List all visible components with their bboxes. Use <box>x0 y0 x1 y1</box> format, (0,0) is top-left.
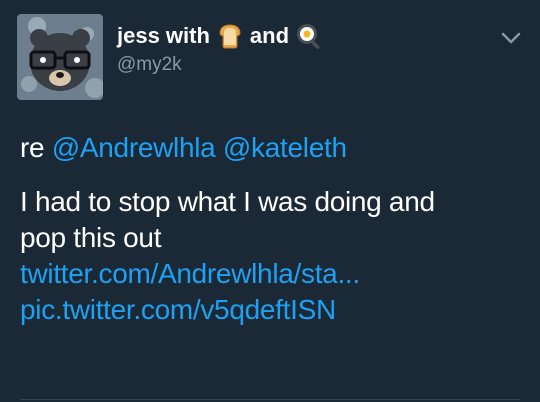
display-name-part1: jess with <box>117 23 210 48</box>
mention-link-kateleth[interactable]: @kateleth <box>223 132 347 163</box>
chevron-down-icon[interactable] <box>498 28 524 48</box>
reply-prefix: re <box>20 132 45 163</box>
tweet-text-line-1: I had to stop what I was doing and <box>20 186 435 217</box>
avatar[interactable] <box>17 14 103 100</box>
tweet-card: jess with and @my2k re @Andrewlhla @kate… <box>0 0 540 402</box>
user-handle[interactable]: @my2k <box>117 54 182 76</box>
tweet-body: re @Andrewlhla @kateleth I had to stop w… <box>20 130 525 328</box>
divider <box>20 399 520 400</box>
display-name[interactable]: jess with and <box>117 22 329 50</box>
reply-line: re @Andrewlhla @kateleth <box>20 130 525 166</box>
mention-link-andrewlhla[interactable]: @Andrewlhla <box>52 132 216 163</box>
display-name-part2: and <box>249 23 290 48</box>
cooking-egg-icon <box>295 22 323 50</box>
quoted-tweet-link[interactable]: twitter.com/Andrewlhla/sta... <box>20 256 525 292</box>
bread-icon <box>216 22 244 50</box>
tweet-text-line-2: pop this out <box>20 222 162 253</box>
media-link[interactable]: pic.twitter.com/v5qdeftISN <box>20 292 525 328</box>
bear-avatar-icon <box>17 14 103 100</box>
